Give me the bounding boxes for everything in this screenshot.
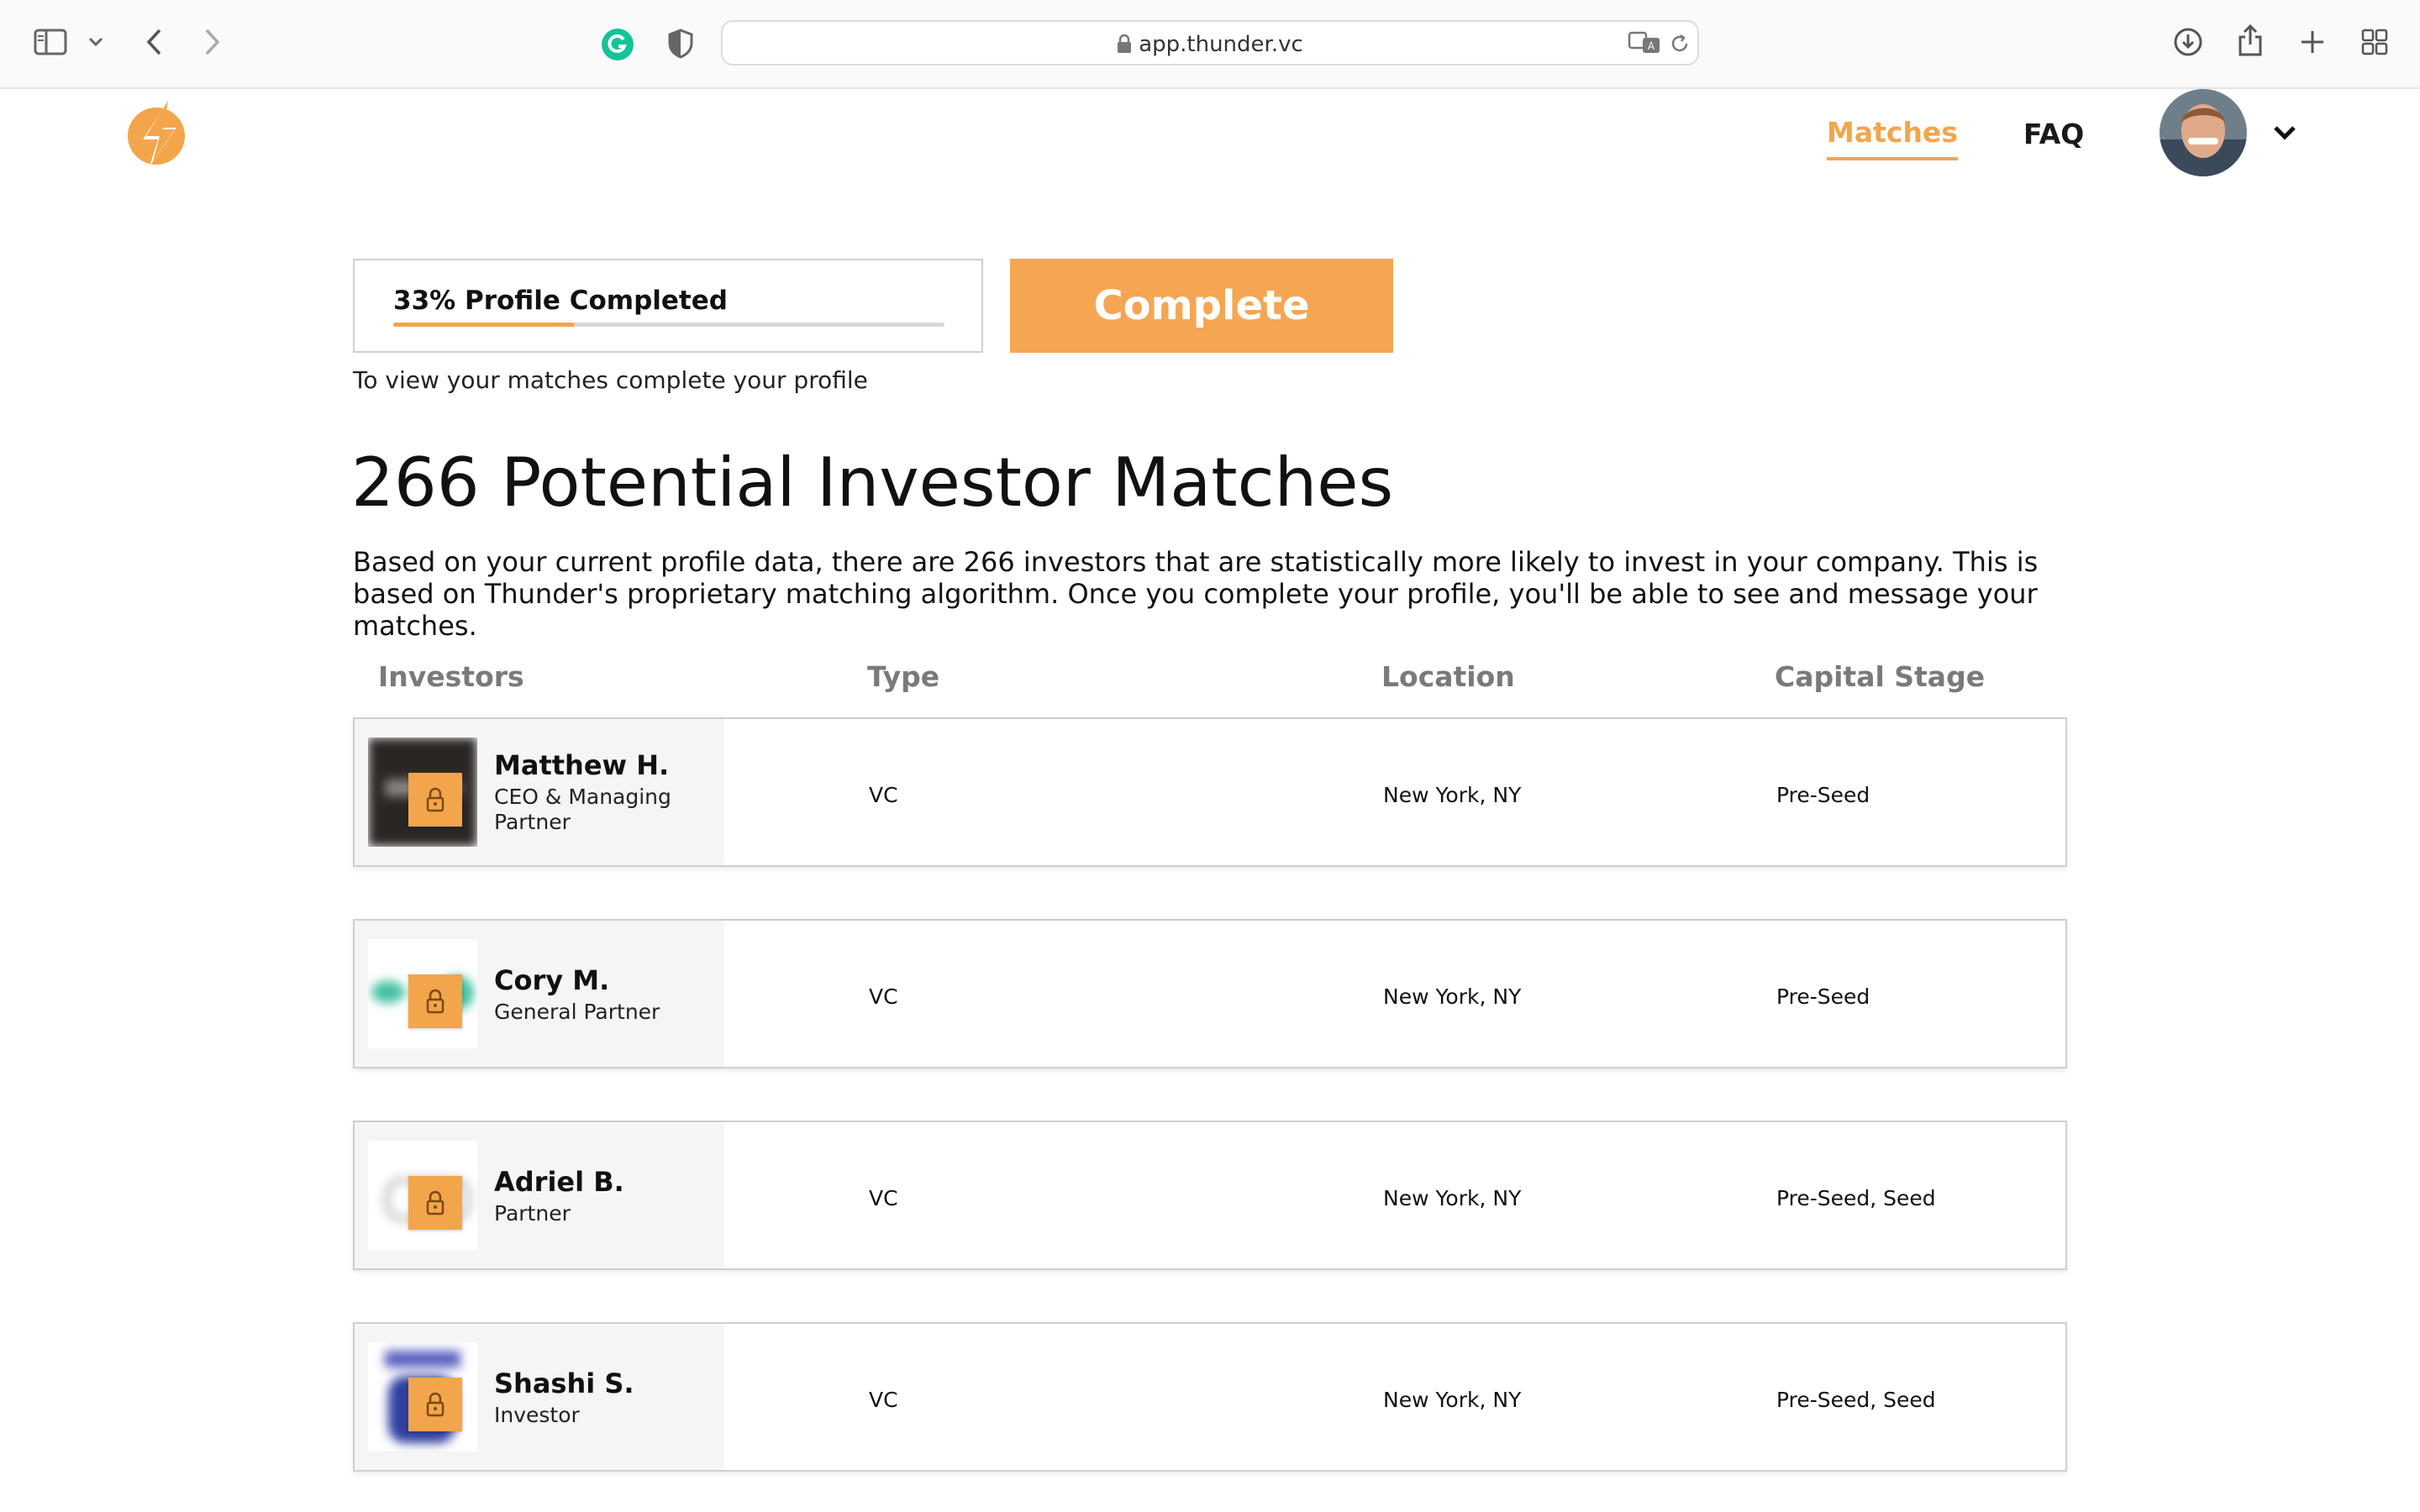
- investor-capital-stage: Pre-Seed: [1776, 783, 1870, 807]
- investor-location: New York, NY: [1383, 1388, 1522, 1412]
- investor-name: Shashi S.: [494, 1368, 634, 1399]
- grammarly-icon[interactable]: [600, 27, 635, 62]
- tab-overview-icon[interactable]: [2360, 27, 2390, 57]
- investor-capital-stage: Pre-Seed: [1776, 984, 1870, 1009]
- investor-role: Investor: [494, 1403, 580, 1427]
- complete-profile-hint: To view your matches complete your profi…: [353, 366, 868, 394]
- nav-matches[interactable]: Matches: [1827, 116, 1958, 160]
- investor-capital-stage: Pre-Seed, Seed: [1776, 1186, 1936, 1210]
- reload-icon[interactable]: [1667, 32, 1692, 55]
- address-bar[interactable]: app.thunder.vc A: [721, 20, 1699, 66]
- investor-role: General Partner: [494, 1000, 660, 1024]
- thunder-logo-icon[interactable]: [124, 99, 192, 170]
- share-icon[interactable]: [2235, 22, 2265, 59]
- investor-thumbnail: [368, 1342, 477, 1452]
- investor-role: Partner: [494, 1201, 571, 1226]
- account-chevron-down-icon[interactable]: [2272, 124, 2297, 144]
- progress-label: 33% Profile Completed: [393, 286, 728, 316]
- shield-icon[interactable]: [664, 27, 697, 60]
- chevron-down-icon[interactable]: [86, 34, 106, 50]
- investor-name: Cory M.: [494, 964, 610, 996]
- profile-progress-card: 33% Profile Completed: [353, 259, 983, 353]
- investor-location: New York, NY: [1383, 783, 1522, 807]
- complete-profile-button[interactable]: Complete: [1010, 259, 1393, 353]
- url-label: app.thunder.vc: [1139, 32, 1303, 57]
- padlock-icon: [408, 1378, 462, 1431]
- table-row[interactable]: Shashi S. Investor VC New York, NY Pre-S…: [353, 1322, 2067, 1472]
- browser-toolbar: app.thunder.vc A: [0, 0, 2420, 89]
- investor-type: VC: [869, 1388, 898, 1412]
- padlock-icon: [408, 1176, 462, 1230]
- investor-type: VC: [869, 984, 898, 1009]
- padlock-icon: [408, 773, 462, 827]
- progress-bar: [393, 323, 944, 327]
- investor-thumbnail: [368, 939, 477, 1048]
- column-header-capital-stage: Capital Stage: [1775, 660, 1986, 693]
- investor-type: VC: [869, 1186, 898, 1210]
- investor-name: Adriel B.: [494, 1166, 624, 1198]
- page-title: 266 Potential Investor Matches: [351, 444, 1394, 522]
- download-icon[interactable]: [2171, 25, 2205, 59]
- investor-cell: Adriel B. Partner: [355, 1122, 724, 1268]
- url-text: app.thunder.vc: [723, 32, 1697, 60]
- nav-faq[interactable]: FAQ: [2023, 118, 2084, 150]
- investor-cell: Cory M. General Partner: [355, 921, 724, 1067]
- page-description: Based on your current profile data, ther…: [353, 546, 2039, 642]
- padlock-icon: [408, 974, 462, 1028]
- investor-location: New York, NY: [1383, 1186, 1522, 1210]
- investor-cell: Matthew H. CEO & Managing Partner: [355, 719, 724, 865]
- lock-icon: [1117, 34, 1132, 60]
- investor-cell: Shashi S. Investor: [355, 1324, 724, 1470]
- svg-text:A: A: [1648, 40, 1655, 52]
- column-header-location: Location: [1381, 660, 1515, 693]
- investor-capital-stage: Pre-Seed, Seed: [1776, 1388, 1936, 1412]
- investor-thumbnail: [368, 1141, 477, 1250]
- table-row[interactable]: Adriel B. Partner VC New York, NY Pre-Se…: [353, 1121, 2067, 1270]
- investor-name: Matthew H.: [494, 749, 670, 781]
- column-header-type: Type: [867, 660, 940, 693]
- table-row[interactable]: Cory M. General Partner VC New York, NY …: [353, 919, 2067, 1068]
- column-header-investors: Investors: [378, 660, 524, 693]
- investor-role: CEO & Managing Partner: [494, 785, 671, 834]
- sidebar-icon[interactable]: [32, 25, 69, 59]
- investor-thumbnail: [368, 738, 477, 847]
- investor-location: New York, NY: [1383, 984, 1522, 1009]
- plus-icon[interactable]: [2297, 27, 2328, 57]
- translate-icon[interactable]: A: [1627, 30, 1662, 55]
- forward-icon[interactable]: [198, 25, 227, 59]
- investor-type: VC: [869, 783, 898, 807]
- back-icon[interactable]: [139, 25, 168, 59]
- progress-bar-fill: [393, 323, 576, 327]
- table-row[interactable]: Matthew H. CEO & Managing Partner VC New…: [353, 717, 2067, 867]
- avatar[interactable]: [2160, 89, 2247, 176]
